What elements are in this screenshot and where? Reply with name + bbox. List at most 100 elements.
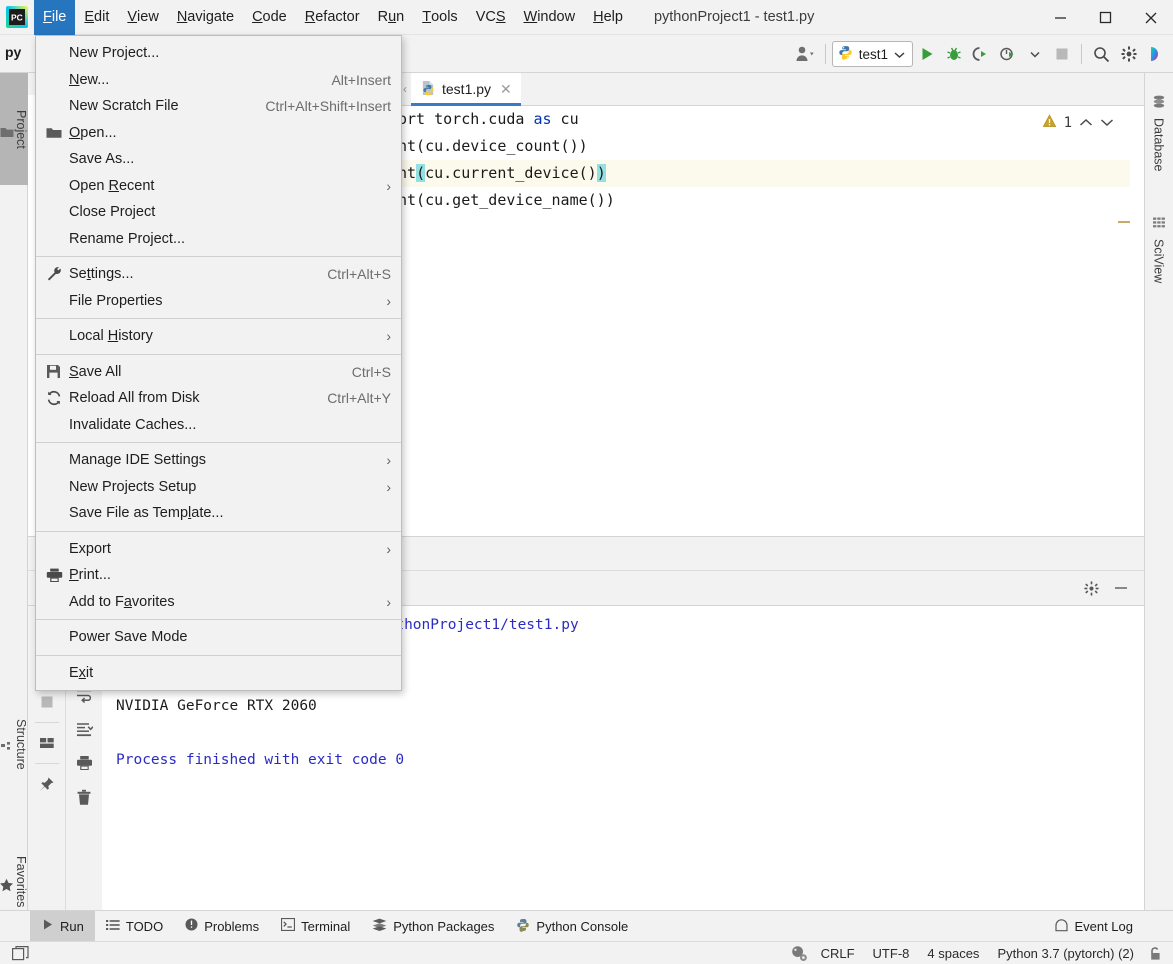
run-with-coverage-icon[interactable] [967,39,994,69]
code-line-current[interactable]: nt(cu.current_device()) [396,160,1144,187]
sidebar-item-project[interactable]: Project [0,73,28,185]
menu-run[interactable]: Run [369,0,414,35]
menu-item-invalidate-caches[interactable]: Invalidate Caches... [36,412,401,439]
ide-updates-icon[interactable] [1142,39,1169,69]
menu-window[interactable]: Window [515,0,585,35]
user-icon[interactable] [792,39,819,69]
menu-item-rename-project[interactable]: Rename Project... [36,226,401,253]
bottom-tab-run[interactable]: Run [30,910,95,942]
bottom-tab-label: Run [60,918,84,934]
search-icon[interactable] [1088,39,1115,69]
indent-setting[interactable]: 4 spaces [918,942,988,964]
code-line[interactable]: ort torch.cuda as cu [396,106,1144,133]
menu-view[interactable]: View [118,0,167,35]
print-icon[interactable] [67,746,101,780]
code-editor[interactable]: 1 ort torch.cuda as cu nt(cu.device_coun… [396,106,1144,536]
interpreter-setting[interactable]: Python 3.7 (pytorch) (2) [988,942,1143,964]
menu-refactor[interactable]: Refactor [296,0,369,35]
code-line[interactable]: nt(cu.get_device_name()) [396,187,1144,214]
layout-icon[interactable] [30,726,64,760]
menu-item-power-save-mode[interactable]: Power Save Mode [36,624,401,651]
chevron-down-icon[interactable] [1021,39,1048,69]
inspections-widget-icon[interactable] [788,942,812,964]
code-line[interactable]: nt(cu.device_count()) [396,133,1144,160]
bottom-tab-problems[interactable]: Problems [174,911,270,942]
chevron-right-icon: › [386,292,391,309]
menu-item-label: Close Project [69,204,156,221]
menu-help[interactable]: Help [584,0,632,35]
right-tool-stripe: Database SciView [1144,73,1173,938]
event-log-icon [1055,918,1069,935]
bottom-tab-python-packages[interactable]: Python Packages [361,911,505,942]
divider [34,763,59,764]
wrench-icon [46,266,69,282]
close-icon[interactable] [1128,0,1173,35]
gear-icon[interactable] [1076,573,1106,603]
menu-item-export[interactable]: Export › [36,536,401,563]
bottom-tab-terminal[interactable]: Terminal [270,911,361,942]
close-icon[interactable]: ✕ [500,81,512,98]
window-controls [1038,0,1173,35]
pin-icon[interactable] [30,767,64,801]
menu-item-new-projects-setup[interactable]: New Projects Setup › [36,474,401,501]
menu-item-add-to-favorites[interactable]: Add to Favorites › [36,589,401,616]
menu-item-save-all[interactable]: Save All Ctrl+S [36,359,401,386]
menu-item-new-project[interactable]: New Project... [36,40,401,67]
menu-item-manage-ide-settings[interactable]: Manage IDE Settings › [36,447,401,474]
sidebar-item-database[interactable]: Database [1144,73,1173,178]
gear-icon[interactable] [1115,39,1142,69]
sidebar-item-structure[interactable]: Structure [0,685,28,803]
bottom-tab-todo[interactable]: TODO [95,911,174,942]
menu-item-label: Settings... [69,266,134,283]
trash-icon[interactable] [67,780,101,814]
bottom-tab-event-log[interactable]: Event Log [1044,911,1144,942]
menu-item-open-recent[interactable]: Open Recent › [36,173,401,200]
menu-item-label: Save As... [69,151,135,168]
star-icon [0,878,14,892]
debug-bug-icon[interactable] [940,39,967,69]
menu-item-label: Invalidate Caches... [69,416,197,433]
menu-item-new-scratch-file[interactable]: New Scratch File Ctrl+Alt+Shift+Insert [36,93,401,120]
unlocked-padlock-icon[interactable] [1143,942,1167,964]
code-text: nt(cu.get_device_name()) [398,191,615,209]
sidebar-item-label: Favorites [14,856,28,908]
editor-scrollbar[interactable] [1130,106,1144,536]
window-title: pythonProject1 - test1.py [653,9,815,25]
menu-item-settings[interactable]: Settings... Ctrl+Alt+S [36,261,401,288]
menu-item-print[interactable]: Print... [36,562,401,589]
run-configuration-selector[interactable]: test1 [831,41,913,67]
menu-item-label: Print... [69,567,111,584]
toggle-sidebar-icon[interactable] [8,942,32,964]
list-icon [105,919,120,934]
menu-item-reload-all-from-disk[interactable]: Reload All from Disk Ctrl+Alt+Y [36,385,401,412]
menu-edit[interactable]: Edit [75,0,118,35]
file-encoding[interactable]: UTF-8 [864,942,919,964]
run-play-icon[interactable] [913,39,940,69]
menu-item-close-project[interactable]: Close Project [36,199,401,226]
profile-icon[interactable] [994,39,1021,69]
print-icon [46,568,69,583]
bottom-tab-python-console[interactable]: Python Console [505,911,639,942]
console-finish-line: Process finished with exit code 0 [116,752,405,768]
menu-item-save-file-as-template[interactable]: Save File as Template... [36,500,401,527]
line-separator[interactable]: CRLF [812,942,864,964]
menu-item-new[interactable]: New... Alt+Insert [36,67,401,94]
menu-item-save-as[interactable]: Save As... [36,146,401,173]
menu-item-file-properties[interactable]: File Properties › [36,288,401,315]
minimize-icon[interactable] [1106,573,1136,603]
menu-item-open[interactable]: Open... [36,120,401,147]
event-log-group: Event Log [1044,911,1144,942]
menu-item-local-history[interactable]: Local History › [36,323,401,350]
menu-tools[interactable]: Tools [413,0,466,35]
scroll-to-end-icon[interactable] [67,712,101,746]
menu-item-exit[interactable]: Exit [36,660,401,687]
chevron-down-icon [894,47,905,62]
editor-tab-test1[interactable]: test1.py ✕ [411,72,521,106]
sidebar-item-sciview[interactable]: SciView [1144,191,1173,289]
menu-file[interactable]: File [34,0,76,35]
menu-vcs[interactable]: VC S [467,0,515,35]
maximize-icon[interactable] [1083,0,1128,35]
menu-code[interactable]: Code [243,0,296,35]
menu-navigate[interactable]: Navigate [168,0,243,35]
minimize-icon[interactable] [1038,0,1083,35]
